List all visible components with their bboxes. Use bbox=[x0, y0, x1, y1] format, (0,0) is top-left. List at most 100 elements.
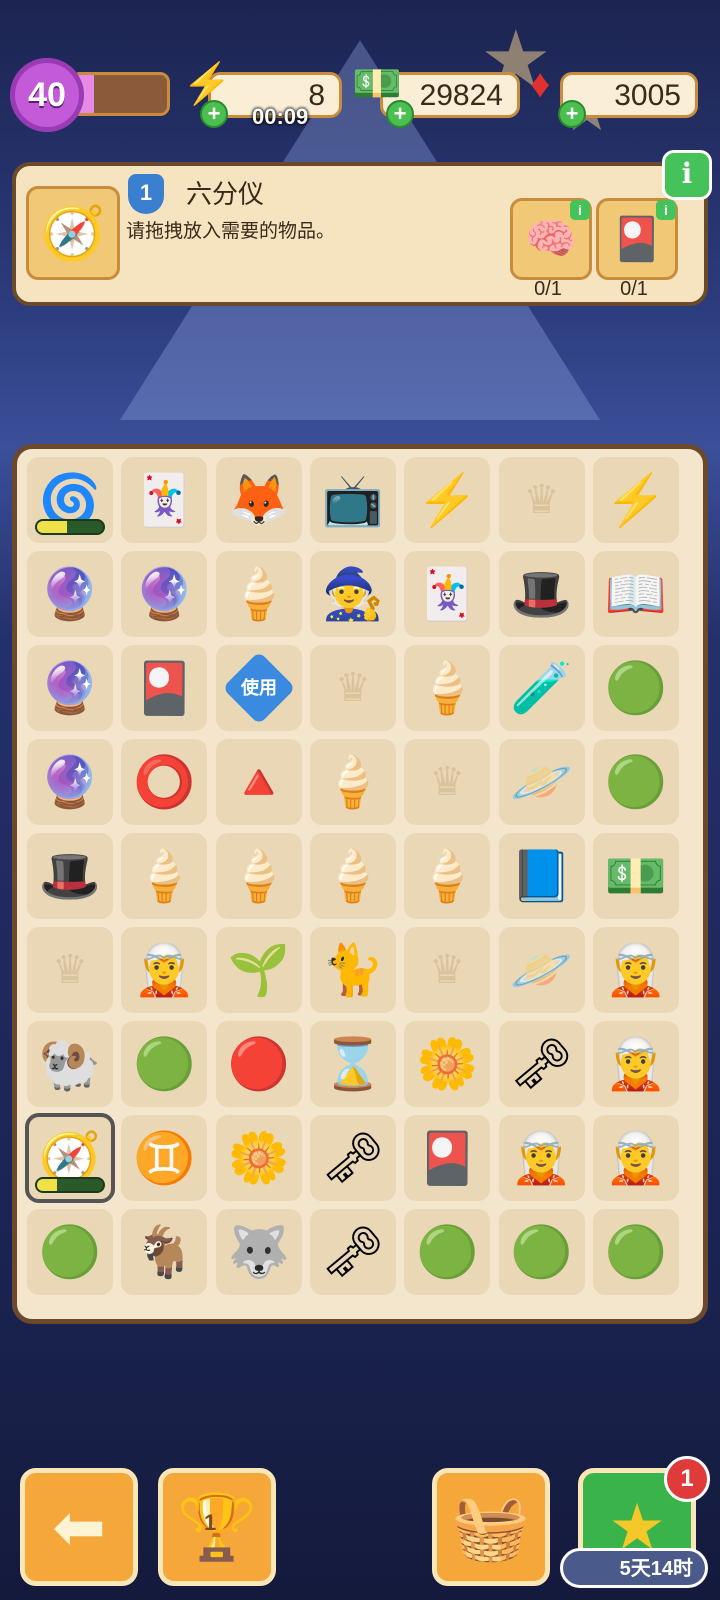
merge-item-icon: 🦊 bbox=[227, 472, 290, 528]
board-cell-item[interactable]: 🌼 bbox=[215, 1115, 302, 1201]
board-cell-item[interactable]: 🧝 bbox=[592, 1021, 679, 1107]
brain-jar-icon: 🧠 bbox=[524, 214, 578, 262]
cash-stack-icon: 💵 bbox=[352, 62, 402, 106]
add-gems-button[interactable]: + bbox=[558, 100, 586, 128]
board-cell-item[interactable]: 🎴 bbox=[404, 1115, 491, 1201]
board-cell-empty[interactable]: ♛ bbox=[404, 927, 491, 1013]
merge-item-icon: 🪐 bbox=[510, 942, 573, 998]
basket-icon: 🧺 bbox=[451, 1490, 531, 1563]
merge-item-icon: 🔮 bbox=[38, 660, 102, 716]
board-cell-item[interactable]: 📖 bbox=[592, 551, 679, 637]
merge-item-icon: 🐐 bbox=[133, 1224, 196, 1280]
board-cell-empty[interactable]: ♛ bbox=[27, 927, 113, 1013]
board-cell-item[interactable]: 🔮 bbox=[27, 551, 113, 637]
board-cell-item[interactable]: 🟢 bbox=[498, 1209, 585, 1295]
task-info-button[interactable]: i bbox=[662, 150, 712, 200]
merge-item-icon: 🧝 bbox=[604, 1036, 667, 1092]
requirement-info-button[interactable]: i bbox=[656, 200, 676, 220]
merge-item-icon: 🐈 bbox=[321, 942, 385, 998]
trophy-icon: 🏆 bbox=[177, 1490, 257, 1563]
board-cell-item[interactable]: ⭕ bbox=[121, 739, 208, 825]
merge-item-icon: 🟢 bbox=[604, 754, 667, 810]
board-cell-item[interactable]: 🍦 bbox=[121, 833, 208, 919]
board-cell-item[interactable]: 🟢 bbox=[592, 645, 679, 731]
board-cell-item[interactable]: 🧙 bbox=[309, 551, 396, 637]
board-cell-item[interactable]: 🐈 bbox=[309, 927, 396, 1013]
board-cell-item[interactable]: ⚡ bbox=[404, 457, 491, 543]
player-level-badge[interactable]: 40 bbox=[10, 58, 84, 132]
board-cell-item[interactable]: 🟢 bbox=[121, 1021, 208, 1107]
board-cell-item[interactable]: 🌱 bbox=[215, 927, 302, 1013]
board-cell-item[interactable]: 🔮 bbox=[27, 645, 113, 731]
board-cell-item[interactable]: 🟢 bbox=[592, 1209, 679, 1295]
merge-item-icon: 🔺 bbox=[227, 754, 290, 810]
board-cell-item[interactable]: 🗝 bbox=[498, 1021, 585, 1107]
board-cell-item[interactable]: 🍦 bbox=[404, 833, 491, 919]
board-cell-item[interactable]: 🔺 bbox=[215, 739, 302, 825]
board-cell-item[interactable]: 🗝 bbox=[309, 1209, 396, 1295]
board-cell-item[interactable]: 🐏 bbox=[27, 1021, 113, 1107]
board-cell-item[interactable]: 🃏 bbox=[404, 551, 491, 637]
merge-item-icon: 📺 bbox=[321, 472, 385, 528]
board-cell-item[interactable]: 🧝 bbox=[498, 1115, 585, 1201]
merge-item-icon: 🍦 bbox=[133, 848, 196, 904]
board-cell-item[interactable]: 🧝 bbox=[592, 1115, 679, 1201]
generator-charge-fill bbox=[37, 521, 67, 533]
merge-item-icon: 🪐 bbox=[510, 754, 573, 810]
board-cell-item[interactable]: 🎩 bbox=[27, 833, 113, 919]
board-cell-item[interactable]: 📘 bbox=[498, 833, 585, 919]
merge-item-icon: 🗝 bbox=[321, 1224, 385, 1280]
board-cell-item[interactable]: 🧪 bbox=[498, 645, 585, 731]
requirement-info-button[interactable]: i bbox=[570, 200, 590, 220]
board-cell-item[interactable]: 🗝 bbox=[309, 1115, 396, 1201]
board-cell-item[interactable]: 🐺 bbox=[215, 1209, 302, 1295]
board-cell-item[interactable]: 🍦 bbox=[215, 833, 302, 919]
board-cell-item[interactable]: 🔴 bbox=[215, 1021, 302, 1107]
board-cell-item[interactable]: 🍦 bbox=[404, 645, 491, 731]
board-cell-item[interactable]: 🧝 bbox=[121, 927, 208, 1013]
merge-item-icon: 🎴 bbox=[416, 1130, 479, 1186]
board-cell-item[interactable]: ⚡ bbox=[592, 457, 679, 543]
event-timer: 5天14时 bbox=[560, 1548, 708, 1588]
board-cell-item[interactable]: 🧝 bbox=[592, 927, 679, 1013]
board-cell-item[interactable]: 🦊 bbox=[215, 457, 302, 543]
merge-item-icon: 🧝 bbox=[604, 942, 667, 998]
trophy-button[interactable]: 🏆 bbox=[158, 1468, 276, 1586]
notification-badge: 1 bbox=[664, 1456, 710, 1502]
add-cash-button[interactable]: + bbox=[386, 100, 414, 128]
crown-placeholder-icon: ♛ bbox=[334, 666, 371, 710]
basket-button[interactable]: 🧺 bbox=[432, 1468, 550, 1586]
back-button[interactable]: ⬅ bbox=[20, 1468, 138, 1586]
xp-bar bbox=[70, 72, 170, 116]
board-cell-item[interactable]: 🟢 bbox=[592, 739, 679, 825]
board-cell-item[interactable]: ♊ bbox=[121, 1115, 208, 1201]
board-cell-use-item[interactable]: 使用 bbox=[215, 645, 302, 731]
board-cell-empty[interactable]: ♛ bbox=[309, 645, 396, 731]
board-cell-item[interactable]: 🎴 bbox=[121, 645, 208, 731]
merge-item-icon: 🐺 bbox=[227, 1224, 290, 1280]
board-cell-item[interactable]: 🃏 bbox=[121, 457, 208, 543]
board-cell-empty[interactable]: ♛ bbox=[404, 739, 491, 825]
board-cell-item[interactable]: 🐐 bbox=[121, 1209, 208, 1295]
board-cell-item[interactable]: 🧭 bbox=[25, 1113, 115, 1203]
board-cell-item[interactable]: 🍦 bbox=[309, 739, 396, 825]
board-cell-item[interactable]: 🔮 bbox=[121, 551, 208, 637]
board-cell-item[interactable]: 🟢 bbox=[404, 1209, 491, 1295]
board-cell-item[interactable]: 🌀 bbox=[27, 457, 113, 543]
board-cell-item[interactable]: 🌼 bbox=[404, 1021, 491, 1107]
board-cell-empty[interactable]: ♛ bbox=[498, 457, 585, 543]
merge-item-icon: 🔮 bbox=[38, 566, 102, 622]
board-cell-item[interactable]: 📺 bbox=[309, 457, 396, 543]
board-cell-item[interactable]: 🪐 bbox=[498, 739, 585, 825]
board-cell-item[interactable]: 🍦 bbox=[309, 833, 396, 919]
add-energy-button[interactable]: + bbox=[200, 100, 228, 128]
board-cell-item[interactable]: 🍦 bbox=[215, 551, 302, 637]
requirement-count: 0/1 bbox=[620, 278, 648, 300]
board-cell-item[interactable]: 🟢 bbox=[27, 1209, 113, 1295]
board-cell-item[interactable]: 🎩 bbox=[498, 551, 585, 637]
board-cell-item[interactable]: 💵 bbox=[592, 833, 679, 919]
board-cell-item[interactable]: 🪐 bbox=[498, 927, 585, 1013]
board-cell-item[interactable]: 🔮 bbox=[27, 739, 113, 825]
board-cell-item[interactable]: ⌛ bbox=[309, 1021, 396, 1107]
sextant-icon[interactable]: 🧭 bbox=[26, 186, 120, 280]
